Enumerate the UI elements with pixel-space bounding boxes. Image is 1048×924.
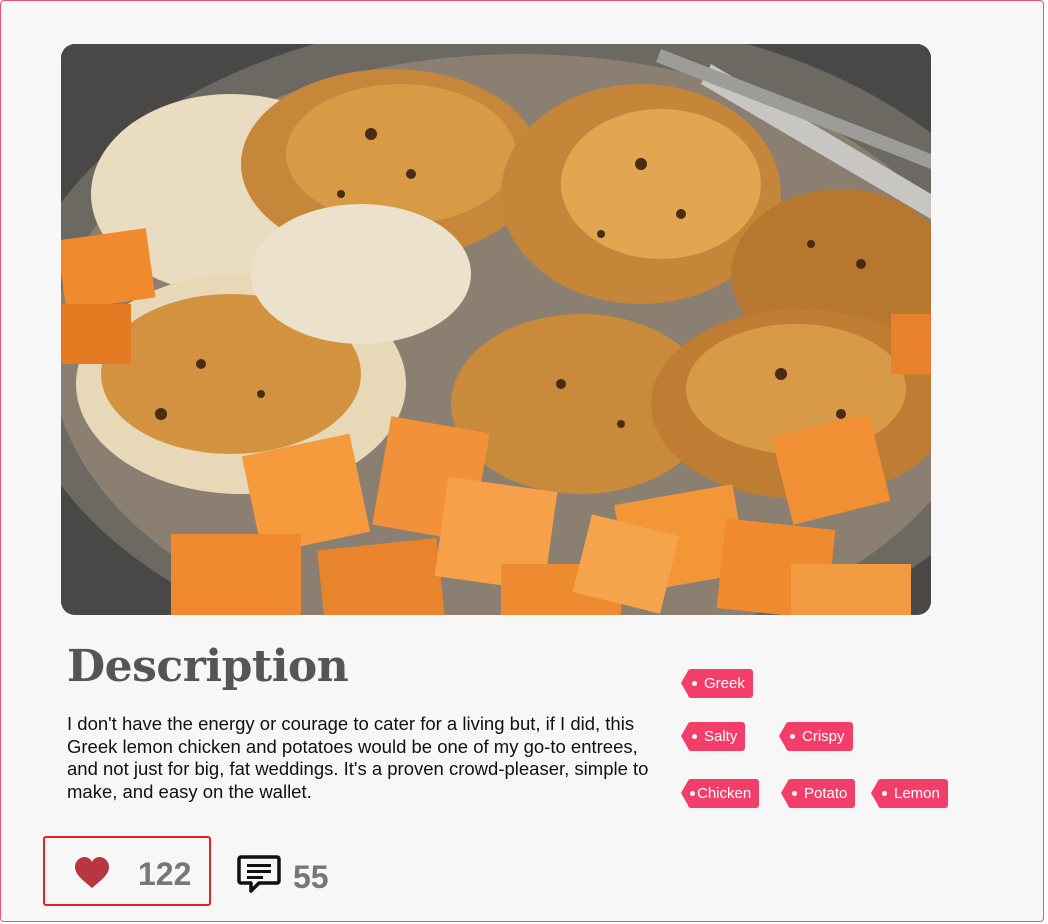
- food-illustration: [61, 44, 931, 615]
- tag-label: Salty: [704, 728, 738, 745]
- tag-hole-icon: [692, 734, 697, 739]
- tag-hole-icon: [790, 734, 795, 739]
- tag-label: Chicken: [697, 785, 752, 802]
- tag-hole-icon: [692, 681, 697, 686]
- like-count: 122: [138, 856, 192, 892]
- tag-chicken[interactable]: Chicken: [680, 779, 760, 808]
- tag-salty[interactable]: Salty: [680, 722, 746, 751]
- comment-count: 55: [293, 859, 329, 895]
- comment-icon[interactable]: [237, 855, 281, 895]
- heart-icon: [75, 857, 109, 888]
- description-text: I don't have the energy or courage to ca…: [67, 713, 649, 802]
- tag-greek[interactable]: Greek: [681, 669, 753, 698]
- tag-lemon[interactable]: Lemon: [871, 779, 948, 808]
- tag-label: Potato: [804, 785, 848, 802]
- tag-hole-icon: [792, 791, 797, 796]
- tag-label: Lemon: [894, 785, 940, 802]
- recipe-photo: [61, 44, 931, 615]
- tag-hole-icon: [690, 791, 695, 796]
- tag-hole-icon: [882, 791, 887, 796]
- tag-crispy[interactable]: Crispy: [779, 722, 853, 751]
- recipe-card: Description I don't have the energy or c…: [0, 0, 1044, 922]
- tag-label: Crispy: [802, 728, 845, 745]
- tag-label: Greek: [704, 675, 745, 692]
- tag-potato[interactable]: Potato: [780, 779, 856, 808]
- description-heading: Description: [67, 641, 349, 692]
- like-button[interactable]: 122: [43, 836, 211, 906]
